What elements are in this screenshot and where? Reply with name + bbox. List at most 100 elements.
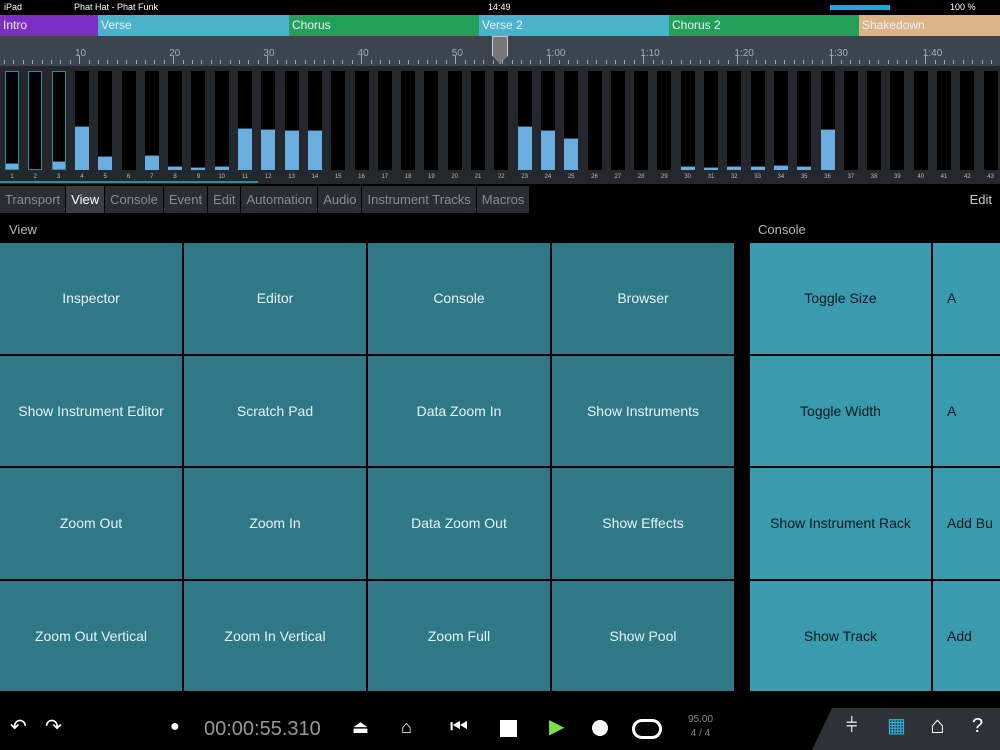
rewind-icon[interactable]: ⏮ [450,717,468,737]
console-button-add-bu[interactable]: Add Bu [933,468,1000,579]
tab-audio[interactable]: Audio [318,186,362,213]
console-button-toggle-size[interactable]: Toggle Size [750,243,931,354]
channel-strip-20[interactable] [447,71,462,170]
channel-strip-35[interactable] [797,71,812,170]
channel-strip-14[interactable] [307,71,322,170]
channel-strip-19[interactable] [424,71,439,170]
channel-strip-25[interactable] [564,71,579,170]
channel-strip-16[interactable] [354,71,369,170]
channel-strip-26[interactable] [587,71,602,170]
section-verse[interactable]: Verse [98,15,289,36]
channel-strip-3[interactable] [51,71,66,170]
grid-view-icon[interactable]: ▦ [887,716,906,736]
tab-edit[interactable]: Edit [208,186,241,213]
channel-strip-24[interactable] [540,71,555,170]
channel-strip-4[interactable] [74,71,89,170]
view-button-zoom-out[interactable]: Zoom Out [0,468,182,579]
tab-transport[interactable]: Transport [0,186,66,213]
section-shakedown[interactable]: Shakedown [859,15,1000,36]
section-chorus-2[interactable]: Chorus 2 [669,15,859,36]
view-button-show-instrument-editor[interactable]: Show Instrument Editor [0,355,182,466]
channel-strip-40[interactable] [913,71,928,170]
channel-strip-8[interactable] [168,71,183,170]
channel-strip-30[interactable] [680,71,695,170]
channel-strip-12[interactable] [261,71,276,170]
section-verse-2[interactable]: Verse 2 [479,15,669,36]
channel-strip-13[interactable] [284,71,299,170]
view-button-show-instruments[interactable]: Show Instruments [552,355,734,466]
channel-strip-38[interactable] [867,71,882,170]
channel-strip-27[interactable] [610,71,625,170]
channel-strip-39[interactable] [890,71,905,170]
channel-strip-1[interactable] [5,71,19,170]
channel-strip-28[interactable] [634,71,649,170]
view-button-zoom-in-vertical[interactable]: Zoom In Vertical [184,580,366,691]
channel-strip-34[interactable] [773,71,788,170]
console-button-add[interactable]: Add [933,580,1000,691]
view-button-zoom-in[interactable]: Zoom In [184,468,366,579]
view-button-data-zoom-in[interactable]: Data Zoom In [368,355,550,466]
channel-strip-17[interactable] [377,71,392,170]
home-icon[interactable]: ⌂ [930,714,945,738]
view-button-console[interactable]: Console [368,243,550,354]
channel-strip-2[interactable] [28,71,43,170]
section-chorus[interactable]: Chorus [289,15,479,36]
channel-strip-41[interactable] [937,71,951,170]
channel-level [98,156,113,170]
marker-list-icon[interactable]: ⏏ [352,717,369,737]
mixer-sliders-icon[interactable]: ⫩ [846,716,857,736]
channel-strip-33[interactable] [750,71,765,170]
redo-icon[interactable]: ↷ [45,717,62,737]
tab-automation[interactable]: Automation [241,186,318,213]
view-button-show-pool[interactable]: Show Pool [552,580,734,691]
tab-view[interactable]: View [66,186,105,213]
console-button-a[interactable]: A [933,355,1000,466]
channel-strip-11[interactable] [238,71,252,170]
view-button-browser[interactable]: Browser [552,243,734,354]
console-button-show-instrument-rack[interactable]: Show Instrument Rack [750,468,931,579]
view-button-scratch-pad[interactable]: Scratch Pad [184,355,366,466]
channel-strip-9[interactable] [191,71,206,170]
console-button-a[interactable]: A [933,243,1000,354]
edit-button[interactable]: Edit [970,192,992,207]
channel-strip-7[interactable] [144,71,159,170]
channel-strip-37[interactable] [843,71,858,170]
channel-strip-31[interactable] [704,71,718,170]
stop-icon[interactable] [500,720,517,737]
channel-strip-29[interactable] [657,71,672,170]
channel-strip-18[interactable] [401,71,416,170]
channel-strip-42[interactable] [960,71,975,170]
channel-strip-23[interactable] [517,71,532,170]
channel-strip-32[interactable] [727,71,742,170]
timeline-ruler[interactable]: 10 20 30 40 50 1:00 1:10 1:20 1:30 1:40 [0,36,1000,66]
channel-strip-5[interactable] [98,71,113,170]
channel-strip-43[interactable] [983,71,998,170]
channel-strip-15[interactable] [331,71,346,170]
view-button-data-zoom-out[interactable]: Data Zoom Out [368,468,550,579]
view-button-inspector[interactable]: Inspector [0,243,182,354]
tab-event[interactable]: Event [163,186,208,213]
tab-instrument-tracks[interactable]: Instrument Tracks [362,186,476,213]
channel-strip-10[interactable] [214,71,229,170]
view-button-zoom-full[interactable]: Zoom Full [368,580,550,691]
channel-strip-22[interactable] [494,71,509,170]
console-button-toggle-width[interactable]: Toggle Width [750,355,931,466]
loop-icon[interactable] [632,719,662,739]
play-icon[interactable]: ▶ [549,717,564,737]
view-button-zoom-out-vertical[interactable]: Zoom Out Vertical [0,580,182,691]
console-button-show-track[interactable]: Show Track [750,580,931,691]
playhead-handle[interactable] [492,36,508,64]
undo-icon[interactable]: ↶ [10,717,27,737]
view-button-editor[interactable]: Editor [184,243,366,354]
tab-console[interactable]: Console [105,186,163,213]
tab-macros[interactable]: Macros [476,186,530,213]
help-icon[interactable]: ? [972,716,983,736]
section-intro[interactable]: Intro [0,15,98,36]
channel-strip-36[interactable] [820,71,835,170]
view-button-show-effects[interactable]: Show Effects [552,468,734,579]
record-icon[interactable] [592,720,608,736]
channel-strip-6[interactable] [121,71,136,170]
ruler-tick [304,60,306,64]
channel-strip-21[interactable] [471,71,485,170]
add-marker-icon[interactable]: ⌂ [401,717,412,737]
